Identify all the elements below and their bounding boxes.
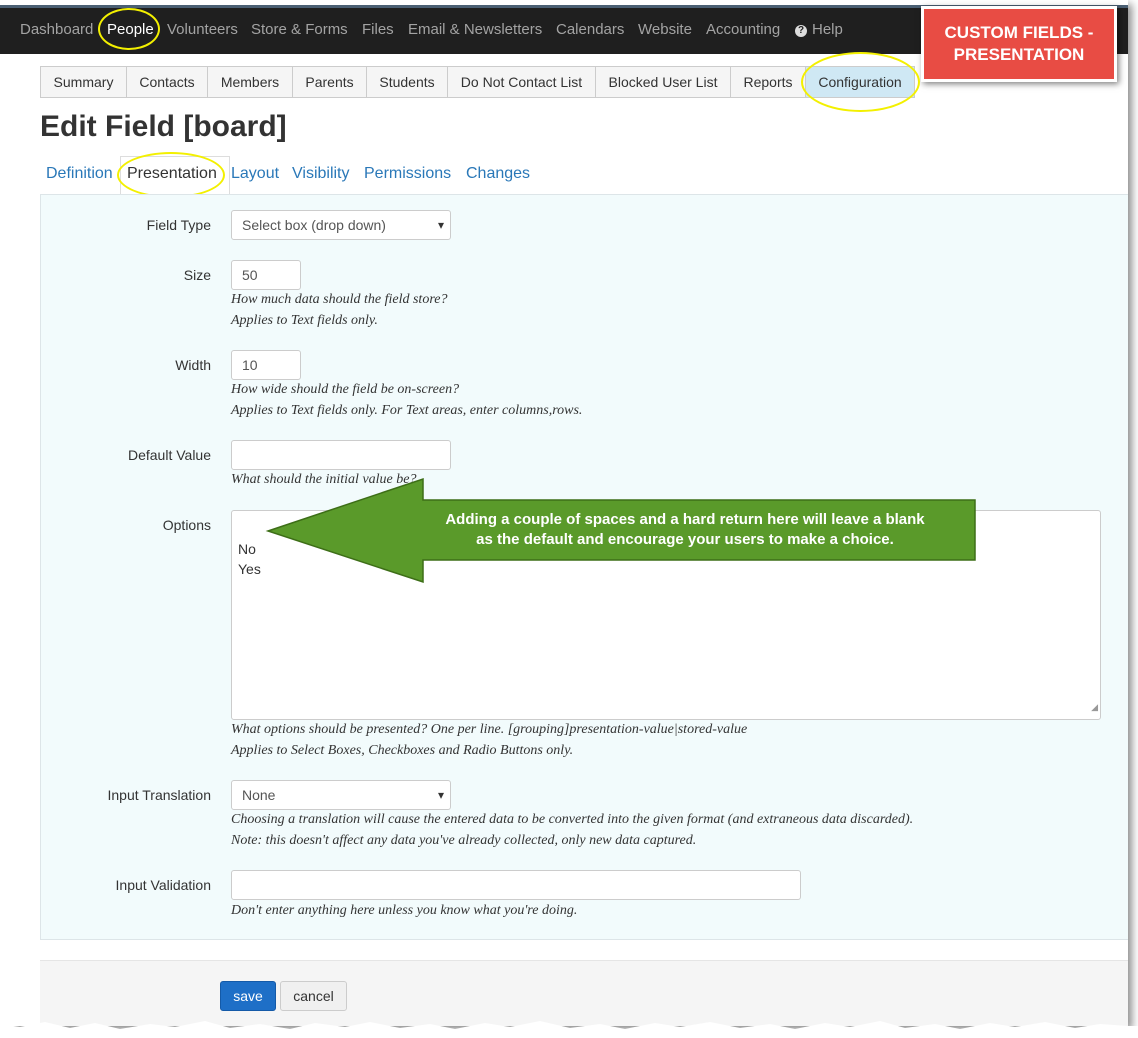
annotation-text: Adding a couple of spaces and a hard ret… (420, 510, 950, 550)
screenshot-frame: Dashboard People Volunteers Store & Form… (0, 0, 1128, 1026)
torn-edge-shape (0, 1021, 1138, 1038)
annotation-line-2: as the default and encourage your users … (476, 531, 894, 548)
torn-edge-graphic (0, 1021, 1138, 1038)
annotation-line-1: Adding a couple of spaces and a hard ret… (445, 511, 925, 528)
